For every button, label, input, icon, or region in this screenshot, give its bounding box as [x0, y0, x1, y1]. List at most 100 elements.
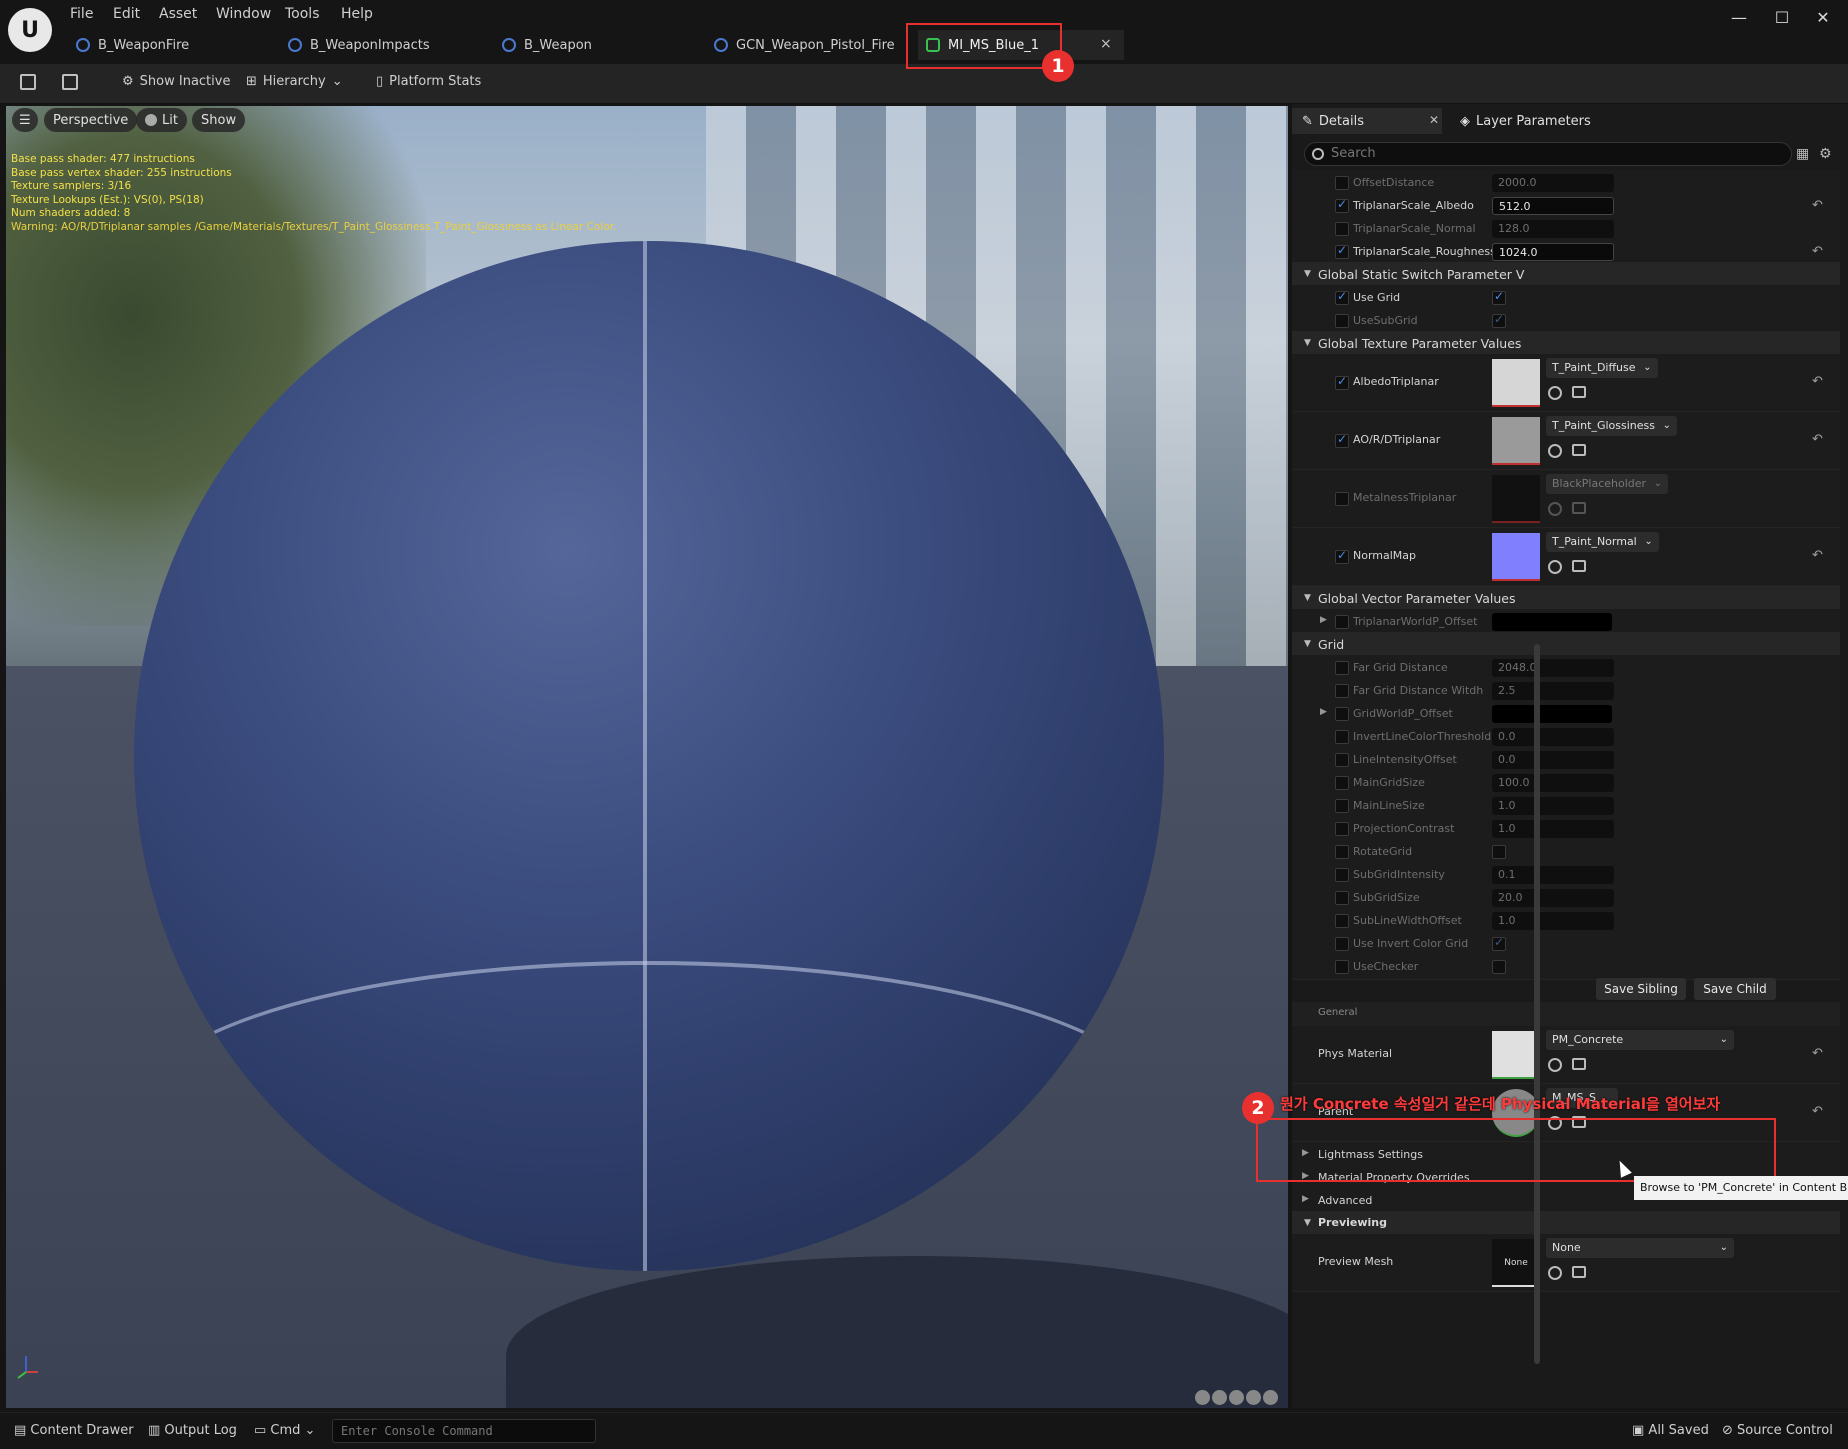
reset-to-default-icon[interactable]: ↶ — [1812, 244, 1823, 259]
color-swatch[interactable] — [1492, 613, 1612, 631]
show-button[interactable]: Show — [192, 108, 246, 132]
override-checkbox[interactable] — [1335, 891, 1349, 905]
use-selected-icon[interactable] — [1548, 1058, 1562, 1072]
tab-b-weaponfire[interactable]: B_WeaponFire — [68, 30, 268, 60]
browse-folder-icon[interactable] — [1572, 444, 1586, 456]
override-checkbox[interactable] — [1335, 960, 1349, 974]
value-checkbox[interactable] — [1492, 845, 1506, 859]
override-checkbox[interactable] — [1335, 661, 1349, 675]
browse-folder-icon[interactable] — [1572, 386, 1586, 398]
override-checkbox[interactable] — [1335, 492, 1349, 506]
tab-gcn-weapon-pistol-fire[interactable]: GCN_Weapon_Pistol_Fire — [706, 30, 906, 60]
expand-arrow-icon[interactable]: ▶ — [1320, 615, 1327, 625]
reset-to-default-icon[interactable]: ↶ — [1812, 198, 1823, 213]
menu-window[interactable]: Window — [216, 6, 271, 22]
asset-picker[interactable]: None ⌄ — [1546, 1238, 1734, 1258]
reset-to-default-icon[interactable]: ↶ — [1812, 432, 1823, 447]
output-log-button[interactable]: ▥ Output Log — [148, 1423, 237, 1438]
override-checkbox[interactable] — [1335, 548, 1349, 564]
asset-picker[interactable]: T_Paint_Diffuse ⌄ — [1546, 358, 1658, 378]
texture-thumbnail[interactable] — [1492, 475, 1540, 523]
texture-thumbnail[interactable] — [1492, 417, 1540, 465]
param-value-field[interactable]: 1.0 — [1492, 797, 1614, 815]
use-selected-icon[interactable] — [1548, 444, 1562, 458]
param-value-field[interactable]: 512.0 — [1492, 197, 1614, 215]
reset-to-default-icon[interactable]: ↶ — [1812, 548, 1823, 563]
menu-edit[interactable]: Edit — [113, 6, 140, 22]
override-checkbox[interactable] — [1335, 914, 1349, 928]
custom-shape-icon[interactable] — [1263, 1390, 1278, 1405]
lit-button[interactable]: Lit — [136, 108, 187, 132]
plane-shape-icon[interactable] — [1229, 1390, 1244, 1405]
scrollbar[interactable] — [1534, 644, 1540, 1364]
sphere-shape-icon[interactable] — [1195, 1390, 1210, 1405]
viewport-menu-icon[interactable]: ☰ — [12, 108, 38, 132]
asset-picker[interactable]: T_Paint_Normal ⌄ — [1546, 532, 1659, 552]
unreal-logo-icon[interactable]: U — [8, 8, 52, 52]
tab-b-weaponimpacts[interactable]: B_WeaponImpacts — [280, 30, 480, 60]
param-value-field[interactable]: 0.0 — [1492, 728, 1614, 746]
value-checkbox[interactable] — [1492, 935, 1506, 951]
search-input[interactable]: Search — [1304, 142, 1792, 166]
platform-stats-button[interactable]: ▯ Platform Stats — [376, 74, 481, 89]
section-general[interactable]: General — [1292, 1002, 1840, 1028]
minimize-button[interactable]: — — [1722, 8, 1756, 32]
override-checkbox[interactable] — [1335, 868, 1349, 882]
override-checkbox[interactable] — [1335, 176, 1349, 190]
param-value-field[interactable]: 2048.0 — [1492, 659, 1614, 677]
override-checkbox[interactable] — [1335, 374, 1349, 390]
menu-asset[interactable]: Asset — [159, 6, 197, 22]
value-checkbox[interactable] — [1492, 289, 1506, 305]
override-checkbox[interactable] — [1335, 730, 1349, 744]
all-saved-button[interactable]: ▣ All Saved — [1632, 1423, 1709, 1438]
override-checkbox[interactable] — [1335, 776, 1349, 790]
override-checkbox[interactable] — [1335, 799, 1349, 813]
close-icon[interactable]: ✕ — [1429, 113, 1439, 127]
texture-thumbnail[interactable] — [1492, 359, 1540, 407]
value-checkbox[interactable] — [1492, 960, 1506, 974]
preview-mesh-thumbnail[interactable]: None — [1492, 1239, 1540, 1287]
param-value-field[interactable]: 20.0 — [1492, 889, 1614, 907]
param-value-field[interactable]: 100.0 — [1492, 774, 1614, 792]
save-sibling-button[interactable]: Save Sibling — [1596, 978, 1686, 1000]
param-value-field[interactable]: 2000.0 — [1492, 174, 1614, 192]
browse-folder-icon[interactable] — [1572, 1058, 1586, 1070]
cube-shape-icon[interactable] — [1246, 1390, 1261, 1405]
param-value-field[interactable]: 1024.0 — [1492, 243, 1614, 261]
browse-folder-icon[interactable] — [1572, 1266, 1586, 1278]
hierarchy-button[interactable]: ⊞ Hierarchy ⌄ — [246, 74, 343, 89]
param-value-field[interactable]: 2.5 — [1492, 682, 1614, 700]
perspective-button[interactable]: Perspective — [44, 108, 138, 132]
override-checkbox[interactable] — [1335, 243, 1349, 259]
value-checkbox[interactable] — [1492, 312, 1506, 328]
reset-to-default-icon[interactable]: ↶ — [1812, 1046, 1823, 1061]
menu-help[interactable]: Help — [341, 6, 373, 22]
override-checkbox[interactable] — [1335, 684, 1349, 698]
asset-picker[interactable]: PM_Concrete ⌄ — [1546, 1030, 1734, 1050]
browse-folder-icon[interactable] — [1572, 560, 1586, 572]
menu-file[interactable]: File — [70, 6, 93, 22]
phys-material-thumbnail[interactable] — [1492, 1031, 1540, 1079]
maximize-button[interactable]: ☐ — [1765, 8, 1799, 32]
param-value-field[interactable]: 0.0 — [1492, 751, 1614, 769]
override-checkbox[interactable] — [1335, 432, 1349, 448]
param-value-field[interactable]: 1.0 — [1492, 820, 1614, 838]
save-icon[interactable] — [20, 74, 36, 90]
override-checkbox[interactable] — [1335, 753, 1349, 767]
tab-b-weapon[interactable]: B_Weapon — [494, 30, 694, 60]
reset-to-default-icon[interactable]: ↶ — [1812, 374, 1823, 389]
close-window-button[interactable]: ✕ — [1806, 8, 1840, 32]
param-value-field[interactable]: 1.0 — [1492, 912, 1614, 930]
cmd-dropdown[interactable]: ▭ Cmd ⌄ — [254, 1423, 315, 1438]
override-checkbox[interactable] — [1335, 707, 1349, 721]
expand-arrow-icon[interactable]: ▶ — [1320, 707, 1327, 717]
override-checkbox[interactable] — [1335, 222, 1349, 236]
save-child-button[interactable]: Save Child — [1694, 978, 1776, 1000]
use-selected-icon[interactable] — [1548, 1266, 1562, 1280]
source-control-button[interactable]: ⊘ Source Control — [1722, 1423, 1833, 1438]
param-value-field[interactable]: 128.0 — [1492, 220, 1614, 238]
show-inactive-button[interactable]: ⚙ Show Inactive — [122, 74, 230, 89]
material-preview-viewport[interactable] — [6, 106, 1288, 1408]
menu-tools[interactable]: Tools — [285, 6, 320, 22]
override-checkbox[interactable] — [1335, 822, 1349, 836]
